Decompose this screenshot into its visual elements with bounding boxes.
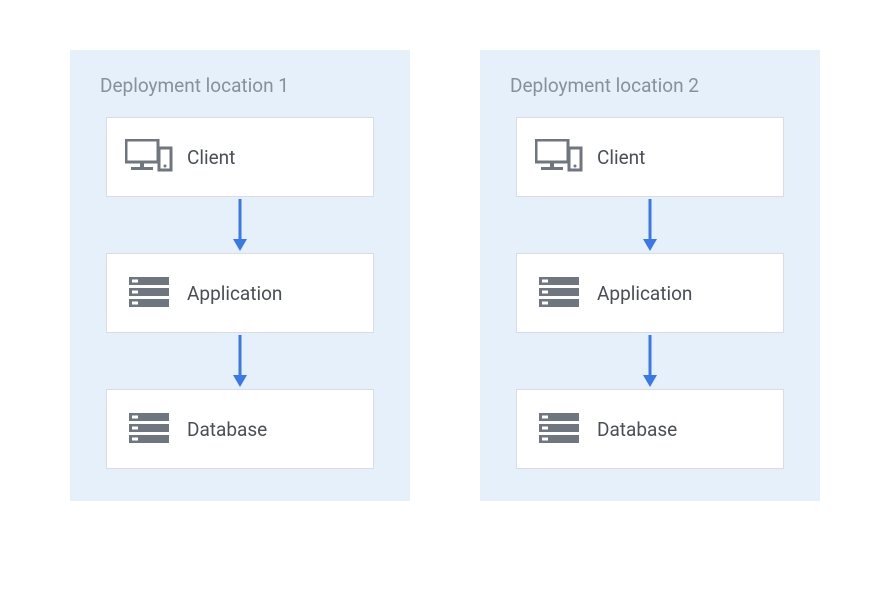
application-node-1: Application — [106, 253, 374, 333]
client-devices-icon — [533, 139, 585, 175]
diagram-canvas: Deployment location 1 Client — [0, 0, 890, 551]
arrow-down-icon — [230, 197, 250, 253]
client-label: Client — [597, 146, 645, 169]
server-icon — [533, 277, 585, 309]
deployment-location-title-1: Deployment location 1 — [100, 74, 289, 97]
arrow-down-icon — [640, 197, 660, 253]
client-node-1: Client — [106, 117, 374, 197]
deployment-location-title-2: Deployment location 2 — [510, 74, 699, 97]
server-icon — [123, 277, 175, 309]
arrow-down-icon — [230, 333, 250, 389]
client-node-2: Client — [516, 117, 784, 197]
arrow-down-icon — [640, 333, 660, 389]
database-node-2: Database — [516, 389, 784, 469]
database-node-1: Database — [106, 389, 374, 469]
application-label: Application — [597, 282, 692, 305]
application-node-2: Application — [516, 253, 784, 333]
deployment-location-panel-2: Deployment location 2 Client — [480, 50, 820, 501]
server-icon — [533, 413, 585, 445]
deployment-location-panel-1: Deployment location 1 Client — [70, 50, 410, 501]
client-devices-icon — [123, 139, 175, 175]
database-label: Database — [597, 418, 677, 441]
application-label: Application — [187, 282, 282, 305]
database-label: Database — [187, 418, 267, 441]
client-label: Client — [187, 146, 235, 169]
server-icon — [123, 413, 175, 445]
